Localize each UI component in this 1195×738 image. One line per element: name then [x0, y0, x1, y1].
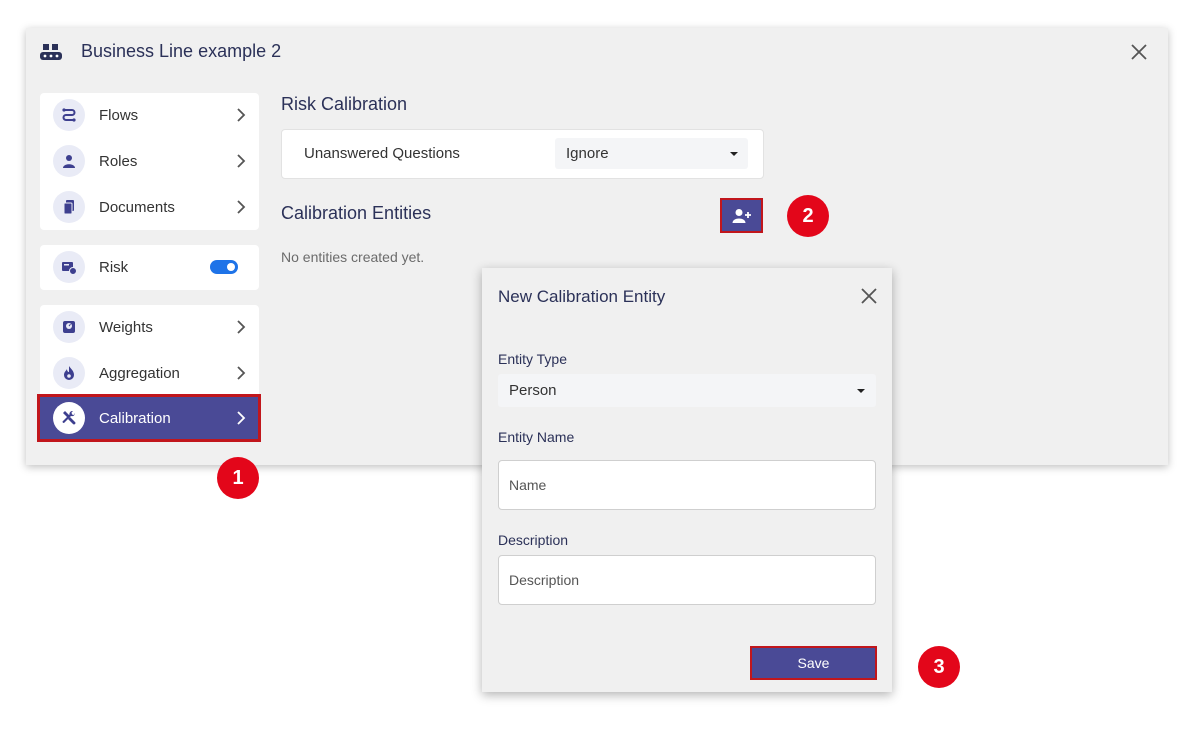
step-badge-3: 3 [918, 646, 960, 688]
risk-icon [53, 251, 85, 283]
caret-down-icon [730, 152, 738, 156]
sidebar-item-label: Risk [99, 258, 129, 276]
unanswered-questions-card: Unanswered Questions Ignore [281, 129, 764, 179]
sidebar-item-calibration[interactable]: Calibration [37, 394, 261, 442]
chevron-right-icon [237, 320, 246, 334]
sidebar-item-label: Weights [99, 318, 153, 336]
step-badge-1: 1 [217, 457, 259, 499]
sidebar-item-documents[interactable]: Documents [40, 185, 259, 229]
chevron-right-icon [237, 154, 246, 168]
window-title: Business Line example 2 [81, 41, 282, 61]
chevron-right-icon [237, 108, 246, 122]
sidebar-item-label: Flows [99, 106, 139, 124]
calibration-entities-title: Calibration Entities [281, 203, 432, 223]
sidebar-item-roles[interactable]: Roles [40, 139, 259, 183]
sidebar-group-risk: Risk [40, 245, 259, 290]
no-entities-text: No entities created yet. [281, 249, 425, 265]
sidebar-item-risk: Risk [40, 245, 259, 289]
documents-icon [53, 191, 85, 223]
sidebar-item-flows[interactable]: Flows [40, 93, 259, 137]
new-calibration-entity-dialog: New Calibration Entity Entity Type Perso… [482, 268, 892, 692]
sidebar-item-aggregation[interactable]: Aggregation [40, 351, 259, 395]
description-label: Description [498, 532, 569, 548]
select-value: Ignore [566, 145, 609, 162]
risk-toggle[interactable] [210, 260, 238, 274]
chevron-right-icon [237, 411, 246, 425]
entity-name-input[interactable] [498, 460, 876, 510]
risk-calibration-title: Risk Calibration [281, 94, 408, 114]
caret-down-icon [857, 389, 865, 393]
sidebar-item-label: Roles [99, 152, 138, 170]
step-badge-2: 2 [787, 195, 829, 237]
chevron-right-icon [237, 366, 246, 380]
entity-type-select[interactable]: Person [498, 374, 876, 407]
description-input[interactable] [498, 555, 876, 605]
flame-icon [53, 357, 85, 389]
add-user-icon [732, 208, 751, 223]
close-icon[interactable] [1130, 43, 1148, 61]
tools-icon [53, 402, 85, 434]
save-button[interactable]: Save [750, 646, 877, 680]
add-entity-button[interactable] [720, 198, 763, 233]
flows-icon [53, 99, 85, 131]
sidebar-item-label: Calibration [99, 409, 171, 427]
sidebar-group-navigation: Flows Roles Documents [40, 93, 259, 230]
sidebar-item-label: Aggregation [99, 364, 180, 382]
dialog-title: New Calibration Entity [498, 287, 666, 306]
person-icon [53, 145, 85, 177]
entity-name-label: Entity Name [498, 429, 575, 445]
unanswered-questions-select[interactable]: Ignore [555, 138, 748, 169]
chevron-right-icon [237, 200, 246, 214]
select-value: Person [509, 382, 557, 399]
sidebar-item-label: Documents [99, 198, 175, 216]
unanswered-questions-label: Unanswered Questions [304, 145, 460, 162]
entity-type-label: Entity Type [498, 351, 568, 367]
scale-icon [53, 311, 85, 343]
sidebar-item-weights[interactable]: Weights [40, 305, 259, 349]
conveyor-icon [40, 44, 62, 60]
close-icon[interactable] [860, 287, 878, 305]
